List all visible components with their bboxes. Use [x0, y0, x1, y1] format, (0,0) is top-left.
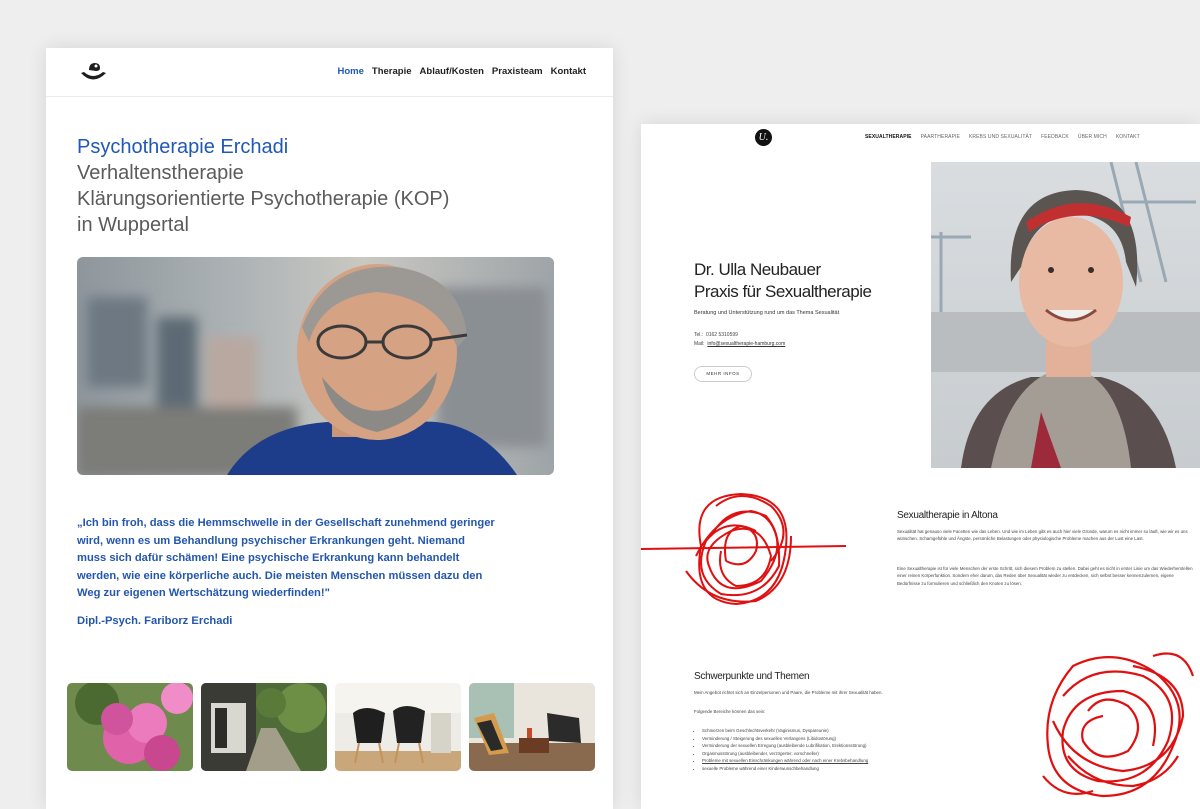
list-item: Verminderung der sexuellen Erregung (aus… — [702, 742, 868, 750]
section-sexualtherapie-altona: Sexualtherapie in Altona Sexualität hat … — [641, 468, 1200, 633]
nav-praxisteam[interactable]: Praxisteam — [492, 66, 543, 77]
practice-subline: Beratung und Unterstützung rund um das T… — [694, 310, 840, 316]
section-paragraph-2: Eine Sexualtherapie ist für viele Mensch… — [897, 566, 1193, 586]
practice-title-line-1: Dr. Ulla Neubauer — [694, 260, 821, 279]
hero-portrait-image — [77, 257, 554, 475]
gallery-image-chairs[interactable] — [335, 683, 461, 771]
contact-info: Tel.: 0162 5310599 Mail: info@sexualther… — [694, 331, 785, 349]
mail-link[interactable]: info@sexualtherapie-hamburg.com — [707, 341, 785, 347]
logo-icon[interactable] — [79, 58, 107, 84]
gallery-image-therapy-room[interactable] — [469, 683, 595, 771]
schwerpunkte-title: Schwerpunkte und Themen — [694, 671, 810, 682]
practice-title-line-2: Praxis für Sexualtherapie — [694, 282, 872, 301]
nav-feedback[interactable]: FEEDBACK — [1041, 134, 1069, 140]
right-website-mockup: U. SEXUALTHERAPIE PAARTHERAPIE KREBS UND… — [641, 124, 1200, 809]
schwerpunkte-subtitle: Folgende Bereiche können das sein: — [694, 709, 766, 714]
nav-paartherapie[interactable]: PAARTHERAPIE — [921, 134, 960, 140]
title-line-2: Verhaltenstherapie — [77, 162, 244, 184]
list-item: Verminderung / Steigerung des sexuellen … — [702, 735, 868, 743]
section-title: Sexualtherapie in Altona — [897, 510, 998, 521]
left-website-mockup: Home Therapie Ablauf/Kosten Praxisteam K… — [46, 48, 613, 809]
nav-ablauf-kosten[interactable]: Ablauf/Kosten — [420, 66, 484, 77]
testimonial-quote: „Ich bin froh, dass die Hemmschwelle in … — [77, 517, 495, 599]
title-line-3: Klärungsorientierte Psychotherapie (KOP) — [77, 188, 450, 210]
red-scribble-decoration — [1042, 652, 1195, 798]
nav-ueber-mich[interactable]: ÜBER MICH — [1078, 134, 1107, 140]
nav-home[interactable]: Home — [338, 66, 364, 77]
list-item-link[interactable]: Probleme mit sexuellen Einschränkungen w… — [702, 757, 868, 765]
tel-value[interactable]: 0162 5310599 — [706, 332, 738, 338]
section-paragraph-1: Sexualität hat genauso viele Facetten wi… — [897, 529, 1188, 542]
gallery-image-flowers[interactable] — [67, 683, 193, 771]
list-item: Orgasmusstörung (ausbleibender, verzöger… — [702, 750, 868, 758]
schwerpunkte-intro: Mein Angebot richtet sich an Einzelperso… — [694, 690, 883, 695]
hero-portrait-image — [931, 162, 1200, 468]
list-item: sexuelle Probleme während einer Kinderwu… — [702, 765, 868, 773]
site-header: Home Therapie Ablauf/Kosten Praxisteam K… — [46, 48, 613, 97]
nav-krebs-und-sexualitaet[interactable]: KREBS UND SEXUALITÄT — [969, 134, 1032, 140]
tel-label: Tel.: — [694, 332, 704, 338]
title-line-1: Psychotherapie Erchadi — [77, 136, 289, 158]
red-scribble-knot-decoration — [641, 492, 847, 606]
practice-title: Dr. Ulla Neubauer Praxis für Sexualthera… — [694, 259, 872, 303]
list-item: Schmerzen beim Geschlechtsverkehr (Vagin… — [702, 727, 868, 735]
nav-sexualtherapie[interactable]: SEXUALTHERAPIE — [865, 134, 912, 140]
main-nav: Home Therapie Ablauf/Kosten Praxisteam K… — [338, 66, 586, 77]
more-info-button[interactable]: MEHR INFOS — [694, 366, 752, 382]
quote-author: Dipl.-Psych. Fariborz Erchadi — [77, 615, 233, 627]
gallery — [67, 683, 595, 771]
main-nav: SEXUALTHERAPIE PAARTHERAPIE KREBS UND SE… — [865, 134, 1140, 140]
logo-icon[interactable]: U. — [755, 129, 772, 146]
gallery-image-garden-path[interactable] — [201, 683, 327, 771]
nav-kontakt[interactable]: KONTAKT — [1116, 134, 1140, 140]
schwerpunkte-list: Schmerzen beim Geschlechtsverkehr (Vagin… — [694, 727, 868, 773]
nav-therapie[interactable]: Therapie — [372, 66, 412, 77]
nav-kontakt[interactable]: Kontakt — [551, 66, 586, 77]
page-title: Psychotherapie Erchadi Verhaltenstherapi… — [77, 134, 597, 238]
mail-label: Mail: — [694, 341, 705, 347]
title-line-4: in Wuppertal — [77, 214, 189, 236]
